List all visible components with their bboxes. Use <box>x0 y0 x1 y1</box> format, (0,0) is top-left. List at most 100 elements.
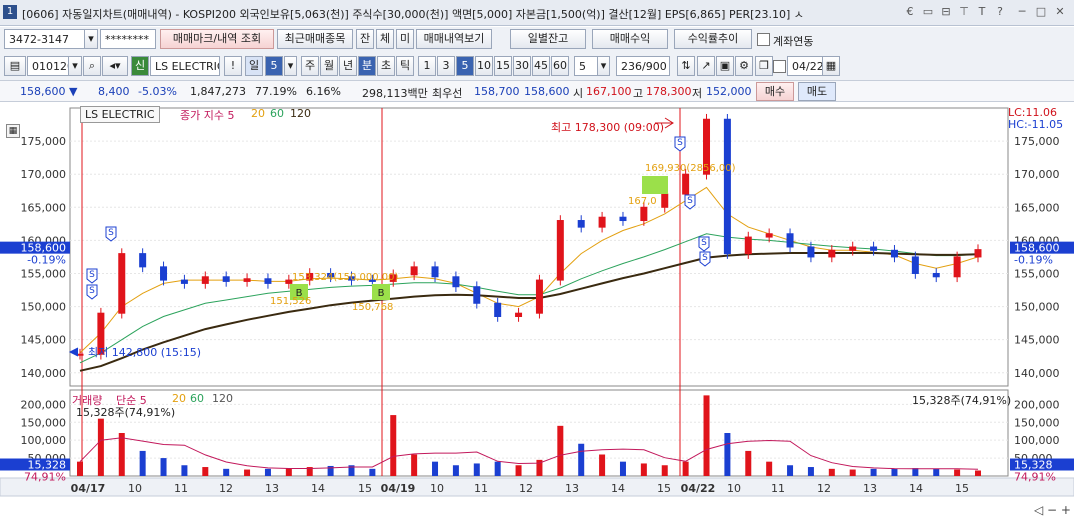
volume-tick-label-right: 200,000 <box>1014 398 1060 411</box>
period-month-button[interactable]: 월 <box>320 56 338 76</box>
recent-trades-button[interactable]: 최근매매종목 <box>277 29 353 49</box>
volume-bar <box>160 458 167 476</box>
account-dropdown-icon[interactable]: ▾ <box>84 29 98 49</box>
volume-bar <box>745 450 752 476</box>
period-value-field[interactable]: 5 <box>265 56 283 76</box>
open-price: 167,100 <box>586 85 632 98</box>
date-field[interactable]: 04/22 <box>787 56 823 76</box>
date-checkbox[interactable] <box>773 60 786 73</box>
x-tick-label: 14 <box>611 482 625 495</box>
balance-button[interactable]: 잔 <box>356 29 374 49</box>
best-bid: 158,600 <box>524 85 570 98</box>
currency-icon[interactable]: € <box>903 5 917 19</box>
minute-60-button[interactable]: 60 <box>551 56 569 76</box>
count-dropdown-icon[interactable]: ▾ <box>597 56 610 76</box>
sell-button[interactable]: 매도 <box>798 82 836 101</box>
candle-body <box>598 216 606 228</box>
buy-button[interactable]: 매수 <box>756 82 794 101</box>
volume-bar <box>432 461 439 476</box>
close-icon[interactable]: ✕ <box>1053 5 1067 19</box>
calendar-icon[interactable]: ▦ <box>822 56 840 76</box>
buy-price-annotation-3: 150,768 <box>352 302 394 313</box>
executed-button[interactable]: 체 <box>376 29 394 49</box>
volume-bar <box>724 433 731 476</box>
candle-body <box>661 193 669 208</box>
return-trend-button[interactable]: 수익률추이 <box>674 29 752 49</box>
period-second-button[interactable]: 초 <box>377 56 395 76</box>
account-field[interactable]: 3472-3147 <box>4 29 96 49</box>
daily-balance-button[interactable]: 일별잔고 <box>510 29 586 49</box>
volume-bar <box>97 418 104 476</box>
best-quote-label: 최우선 <box>432 87 463 100</box>
minute-15-button[interactable]: 15 <box>494 56 512 76</box>
volume-bar <box>933 468 940 476</box>
maximize-icon[interactable]: □ <box>1034 5 1048 19</box>
settings-gear-icon[interactable]: ⚙ <box>735 56 753 76</box>
price-tick-label-right: 150,000 <box>1014 301 1060 314</box>
code-dropdown-icon[interactable]: ▾ <box>68 56 82 76</box>
x-tick-label: 15 <box>657 482 671 495</box>
price-tick-label-right: 155,000 <box>1014 267 1060 280</box>
period-day-button[interactable]: 일 <box>245 56 263 76</box>
volume-bar <box>557 425 564 476</box>
chart-tool-icon[interactable]: ⇅ <box>677 56 695 76</box>
stock-type-icon[interactable]: ▤ <box>4 56 26 76</box>
minute-1-button[interactable]: 1 <box>418 56 436 76</box>
range-field[interactable]: 236/900 <box>616 56 670 76</box>
save-icon[interactable]: ▣ <box>716 56 734 76</box>
current-volume-pct-right: 74,91% <box>1014 471 1056 484</box>
minute-3-button[interactable]: 3 <box>437 56 455 76</box>
volume-bar <box>954 469 961 476</box>
minute-5-button[interactable]: 5 <box>456 56 474 76</box>
account-link-checkbox[interactable] <box>757 33 770 46</box>
volume-legend-60: 60 <box>190 392 204 405</box>
minute-45-button[interactable]: 45 <box>532 56 550 76</box>
sell-mark-letter: S <box>677 138 683 148</box>
trade-history-button[interactable]: 매매내역보기 <box>416 29 492 49</box>
sell-mark-letter: S <box>702 253 708 263</box>
period-minute-button[interactable]: 분 <box>358 56 376 76</box>
alert-icon[interactable]: ! <box>224 56 242 76</box>
minimize-panel-icon[interactable]: ⊟ <box>939 5 953 19</box>
window-title: [0606] 자동일지차트(매매내역) - KOSPI200 외국인보유[5,0… <box>22 8 804 21</box>
chart-menu-icon[interactable]: ▦ <box>6 124 20 138</box>
help-icon[interactable]: ? <box>993 5 1007 19</box>
period-tick-button[interactable]: 틱 <box>396 56 414 76</box>
password-field[interactable]: ******** <box>100 29 156 49</box>
minute-30-button[interactable]: 30 <box>513 56 531 76</box>
volume-bar <box>77 461 83 476</box>
price-tick-label-left: 150,000 <box>21 301 67 314</box>
search-icon[interactable]: ⌕ <box>83 56 101 76</box>
unfilled-button[interactable]: 미 <box>396 29 414 49</box>
price-volume-chart[interactable]: 175,000 175,000 170,000 170,000 165,000 165,0… <box>0 104 1074 517</box>
trade-profit-button[interactable]: 매매수익 <box>592 29 668 49</box>
price-panel-frame <box>69 107 1009 387</box>
period-year-button[interactable]: 년 <box>339 56 357 76</box>
chart-area[interactable]: 175,000 175,000 170,000 170,000 165,000 165,0… <box>0 104 1074 517</box>
candle-body <box>577 220 585 228</box>
draw-tool-icon[interactable]: ↗ <box>697 56 715 76</box>
volume-ratio: 77.19% <box>255 85 297 98</box>
period-dropdown-icon[interactable]: ▾ <box>284 56 297 76</box>
price-change-pct: -5.03% <box>138 85 177 98</box>
x-tick-label: 14 <box>311 482 325 495</box>
price-tick-label-right: 175,000 <box>1014 135 1060 148</box>
pin-icon[interactable]: ⊤ <box>957 5 971 19</box>
candle-body <box>139 253 147 268</box>
x-tick-label: 04/17 <box>71 482 106 495</box>
copy-icon[interactable]: ❐ <box>755 56 773 76</box>
layout-icon[interactable]: ▭ <box>921 5 935 19</box>
period-week-button[interactable]: 주 <box>301 56 319 76</box>
trade-mark-query-button[interactable]: 매매마크/내역 조회 <box>160 29 274 49</box>
speaker-icon[interactable]: ◂▾ <box>102 56 128 76</box>
price-tick-label-left: 165,000 <box>21 201 67 214</box>
open-label: 시 <box>573 87 584 100</box>
current-pct-label-right: -0.19% <box>1014 254 1053 267</box>
x-tick-label: 04/19 <box>381 482 416 495</box>
minute-10-button[interactable]: 10 <box>475 56 493 76</box>
x-tick-label: 10 <box>727 482 741 495</box>
window-number-badge: 1 <box>3 5 17 19</box>
minimize-icon[interactable]: ─ <box>1015 5 1029 19</box>
font-icon[interactable]: T <box>975 5 989 19</box>
volume-tick-label-left: 200,000 <box>21 398 67 411</box>
